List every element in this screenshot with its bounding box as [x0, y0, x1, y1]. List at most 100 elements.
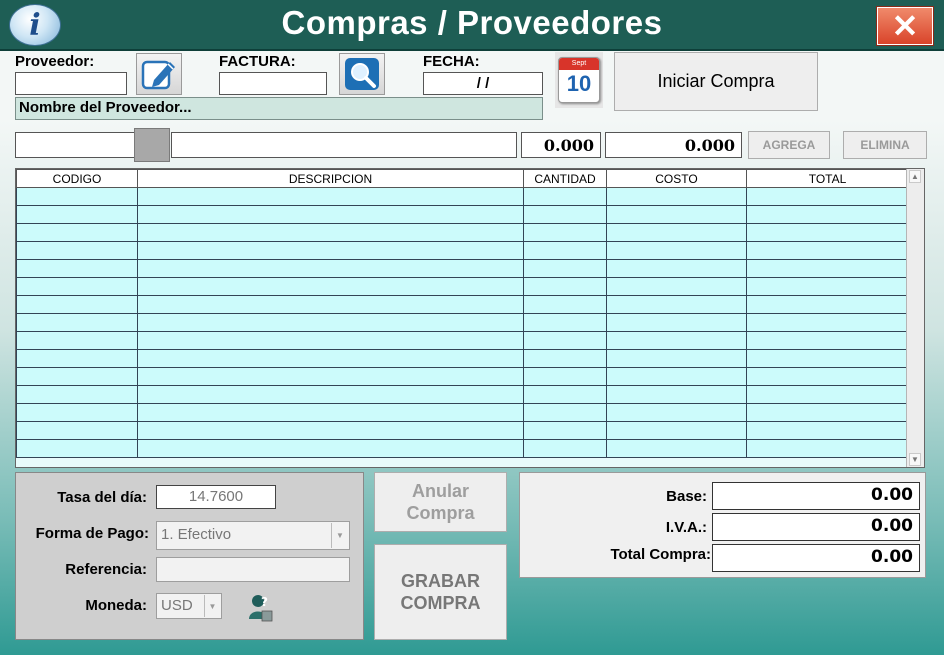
col-header-descripcion[interactable]: DESCRIPCION: [137, 169, 524, 188]
table-row[interactable]: [16, 367, 909, 386]
items-grid[interactable]: CODIGO DESCRIPCION CANTIDAD COSTO TOTAL …: [15, 168, 925, 468]
table-cell[interactable]: [16, 259, 138, 278]
scroll-up-arrow-icon[interactable]: ▲: [909, 170, 921, 183]
table-cell[interactable]: [746, 187, 909, 206]
elimina-button[interactable]: ELIMINA: [843, 131, 927, 159]
table-row[interactable]: [16, 331, 909, 350]
table-cell[interactable]: [523, 439, 607, 458]
table-row[interactable]: [16, 313, 909, 332]
referencia-input[interactable]: [156, 557, 350, 582]
table-cell[interactable]: [16, 295, 138, 314]
chevron-down-icon[interactable]: ▼: [204, 595, 220, 617]
col-header-costo[interactable]: COSTO: [606, 169, 747, 188]
table-cell[interactable]: [746, 313, 909, 332]
fecha-input[interactable]: / /: [423, 72, 543, 95]
table-cell[interactable]: [606, 313, 747, 332]
table-cell[interactable]: [606, 349, 747, 368]
table-cell[interactable]: [523, 367, 607, 386]
table-cell[interactable]: [16, 385, 138, 404]
table-cell[interactable]: [523, 187, 607, 206]
table-row[interactable]: [16, 403, 909, 422]
table-cell[interactable]: [523, 421, 607, 440]
table-row[interactable]: [16, 205, 909, 224]
table-cell[interactable]: [137, 403, 524, 422]
table-row[interactable]: [16, 349, 909, 368]
table-row[interactable]: [16, 385, 909, 404]
table-cell[interactable]: [606, 223, 747, 242]
table-cell[interactable]: [16, 403, 138, 422]
table-row[interactable]: [16, 277, 909, 296]
table-cell[interactable]: [16, 187, 138, 206]
moneda-select[interactable]: USD ▼: [156, 593, 222, 619]
table-cell[interactable]: [523, 313, 607, 332]
iniciar-compra-button[interactable]: Iniciar Compra: [614, 52, 818, 111]
table-cell[interactable]: [137, 421, 524, 440]
help-person-icon[interactable]: ?: [245, 593, 275, 623]
table-cell[interactable]: [606, 259, 747, 278]
table-row[interactable]: [16, 259, 909, 278]
table-cell[interactable]: [137, 241, 524, 260]
col-header-total[interactable]: TOTAL: [746, 169, 909, 188]
table-cell[interactable]: [16, 241, 138, 260]
table-cell[interactable]: [606, 295, 747, 314]
scroll-down-arrow-icon[interactable]: ▼: [909, 453, 921, 466]
grabar-compra-button[interactable]: GRABAR COMPRA: [374, 544, 507, 640]
table-cell[interactable]: [137, 385, 524, 404]
table-cell[interactable]: [746, 223, 909, 242]
table-cell[interactable]: [16, 421, 138, 440]
costo-entry-input[interactable]: 0.000: [605, 132, 742, 158]
table-cell[interactable]: [606, 439, 747, 458]
table-row[interactable]: [16, 295, 909, 314]
cantidad-entry-input[interactable]: 0.000: [521, 132, 601, 158]
table-cell[interactable]: [606, 205, 747, 224]
table-cell[interactable]: [746, 331, 909, 350]
table-cell[interactable]: [606, 421, 747, 440]
proveedor-input[interactable]: [15, 72, 127, 95]
forma-pago-select[interactable]: 1. Efectivo ▼: [156, 521, 350, 550]
table-cell[interactable]: [523, 295, 607, 314]
table-cell[interactable]: [137, 295, 524, 314]
table-row[interactable]: [16, 223, 909, 242]
table-cell[interactable]: [137, 367, 524, 386]
table-row[interactable]: [16, 439, 909, 458]
grid-vertical-scrollbar[interactable]: ▲ ▼: [906, 169, 924, 467]
table-cell[interactable]: [137, 187, 524, 206]
col-header-cantidad[interactable]: CANTIDAD: [523, 169, 607, 188]
factura-input[interactable]: [219, 72, 327, 95]
table-cell[interactable]: [746, 349, 909, 368]
tasa-input[interactable]: 14.7600: [156, 485, 276, 509]
table-cell[interactable]: [746, 385, 909, 404]
table-cell[interactable]: [137, 277, 524, 296]
table-cell[interactable]: [606, 385, 747, 404]
table-cell[interactable]: [523, 403, 607, 422]
table-cell[interactable]: [16, 223, 138, 242]
table-cell[interactable]: [523, 349, 607, 368]
buscar-factura-button[interactable]: [339, 53, 385, 95]
table-cell[interactable]: [746, 277, 909, 296]
table-cell[interactable]: [606, 277, 747, 296]
table-cell[interactable]: [137, 349, 524, 368]
table-cell[interactable]: [16, 277, 138, 296]
table-cell[interactable]: [137, 313, 524, 332]
table-cell[interactable]: [606, 367, 747, 386]
table-cell[interactable]: [606, 187, 747, 206]
table-cell[interactable]: [523, 223, 607, 242]
table-cell[interactable]: [16, 331, 138, 350]
table-cell[interactable]: [137, 205, 524, 224]
agrega-button[interactable]: AGREGA: [748, 131, 830, 159]
table-row[interactable]: [16, 187, 909, 206]
col-header-codigo[interactable]: CODIGO: [16, 169, 138, 188]
table-cell[interactable]: [746, 241, 909, 260]
table-cell[interactable]: [137, 439, 524, 458]
anular-compra-button[interactable]: Anular Compra: [374, 472, 507, 532]
table-cell[interactable]: [606, 331, 747, 350]
table-cell[interactable]: [746, 295, 909, 314]
table-cell[interactable]: [606, 241, 747, 260]
table-row[interactable]: [16, 241, 909, 260]
table-cell[interactable]: [523, 385, 607, 404]
table-cell[interactable]: [16, 313, 138, 332]
table-cell[interactable]: [746, 439, 909, 458]
table-cell[interactable]: [16, 367, 138, 386]
table-cell[interactable]: [746, 403, 909, 422]
table-cell[interactable]: [523, 277, 607, 296]
